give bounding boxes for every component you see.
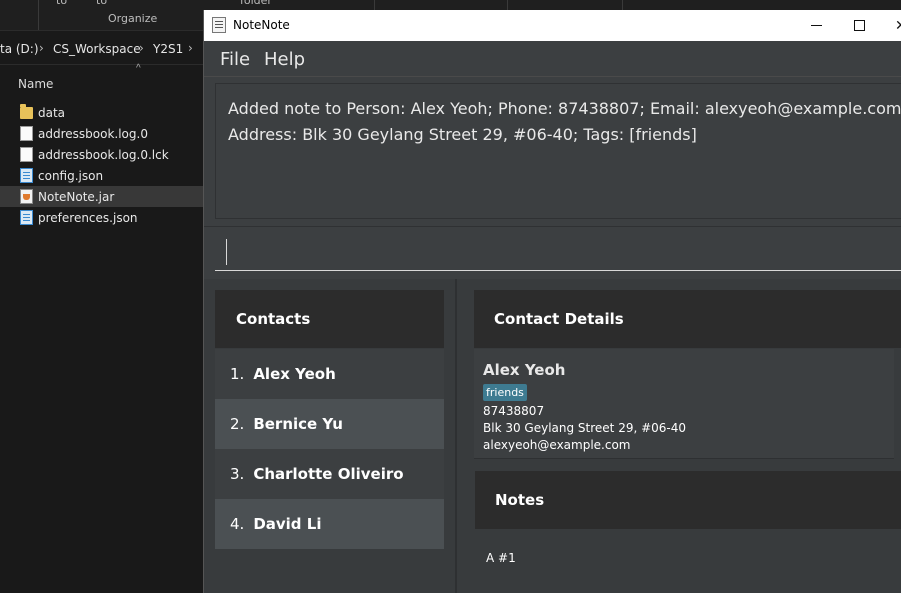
notes-pane: Notes A #1: [475, 471, 901, 593]
contact-details-header-label: Contact Details: [494, 310, 624, 328]
result-message: Added note to Person: Alex Yeoh; Phone: …: [228, 96, 901, 148]
ribbon-cut-text: to: [96, 0, 108, 7]
notenote-window: NoteNote ✕ File Help Added note to Perso…: [203, 10, 901, 593]
command-input[interactable]: [215, 235, 901, 271]
jar-file-icon: [20, 189, 33, 204]
contact-index: 2.: [230, 415, 245, 433]
contact-name: David Li: [253, 515, 322, 533]
breadcrumb-chevron-icon: ›: [139, 41, 144, 55]
detail-address: Blk 30 Geylang Street 29, #06-40: [483, 421, 687, 435]
main-content: Contacts 1. Alex Yeoh 2. Bernice Yu 3. C…: [204, 279, 901, 593]
contact-index: 3.: [230, 465, 245, 483]
file-item[interactable]: config.json: [0, 165, 205, 186]
ribbon-cut-text: folder: [240, 0, 272, 7]
notes-header-label: Notes: [495, 491, 545, 509]
file-name: data: [38, 105, 66, 120]
file-item-selected[interactable]: NoteNote.jar: [0, 186, 205, 207]
file-item[interactable]: addressbook.log.0: [0, 123, 205, 144]
json-file-icon: [20, 168, 33, 183]
contact-index: 4.: [230, 515, 245, 533]
breadcrumb-folder[interactable]: Y2S1: [153, 42, 183, 56]
file-name: addressbook.log.0.lck: [38, 147, 169, 162]
contact-details-card: Alex Yeoh friends 87438807 Blk 30 Geylan…: [474, 349, 894, 459]
maximize-button[interactable]: [837, 10, 881, 41]
result-display: Added note to Person: Alex Yeoh; Phone: …: [215, 83, 901, 219]
contact-name: Alex Yeoh: [253, 365, 336, 383]
contacts-header-label: Contacts: [236, 310, 311, 328]
command-box-area: [204, 226, 901, 278]
contact-list-item[interactable]: 1. Alex Yeoh: [215, 349, 444, 399]
ribbon-group-organize: Organize: [108, 12, 158, 25]
breadcrumb-folder[interactable]: CS_Workspace: [53, 42, 141, 56]
result-line: Address: Blk 30 Geylang Street 29, #06-4…: [228, 125, 697, 144]
detail-phone: 87438807: [483, 404, 545, 418]
close-button[interactable]: ✕: [880, 10, 901, 41]
file-name: preferences.json: [38, 210, 138, 225]
contact-list-item[interactable]: 3. Charlotte Oliveiro: [215, 449, 444, 499]
file-item[interactable]: preferences.json: [0, 207, 205, 228]
file-name: config.json: [38, 168, 104, 183]
menu-file[interactable]: File: [220, 49, 250, 70]
tag-badge: friends: [483, 384, 527, 401]
title-bar[interactable]: NoteNote ✕: [204, 10, 901, 41]
contacts-header: Contacts: [215, 290, 444, 348]
contact-details-header: Contact Details: [474, 290, 901, 348]
file-item[interactable]: data: [0, 102, 205, 123]
text-caret: [226, 239, 227, 265]
breadcrumb-drive[interactable]: ta (D:): [0, 42, 39, 56]
contact-name: Charlotte Oliveiro: [253, 465, 404, 483]
breadcrumb-chevron-icon: ›: [188, 41, 193, 55]
file-icon: [20, 147, 33, 162]
contact-list: 1. Alex Yeoh 2. Bernice Yu 3. Charlotte …: [215, 349, 444, 549]
folder-icon: [20, 104, 33, 119]
detail-name: Alex Yeoh: [483, 361, 566, 379]
note-item[interactable]: A #1: [486, 551, 516, 565]
breadcrumb-chevron-icon: ›: [39, 41, 44, 55]
contact-list-item[interactable]: 2. Bernice Yu: [215, 399, 444, 449]
ribbon-divider: [38, 0, 39, 30]
contact-index: 1.: [230, 365, 245, 383]
ribbon-cut-text: to: [56, 0, 68, 7]
menu-bar: File Help: [204, 41, 901, 77]
file-list: data addressbook.log.0 addressbook.log.0…: [0, 102, 205, 228]
result-line: Added note to Person: Alex Yeoh; Phone: …: [228, 99, 901, 118]
file-icon: [20, 126, 33, 141]
column-header-name[interactable]: Name: [18, 77, 53, 91]
contact-list-item[interactable]: 4. David Li: [215, 499, 444, 549]
file-item[interactable]: addressbook.log.0.lck: [0, 144, 205, 165]
app-icon: [212, 17, 226, 33]
contacts-pane: Contacts 1. Alex Yeoh 2. Bernice Yu 3. C…: [204, 279, 457, 593]
json-file-icon: [20, 210, 33, 225]
sort-ascending-icon: ^: [136, 63, 141, 74]
file-name: NoteNote.jar: [38, 189, 115, 204]
notes-header: Notes: [475, 471, 901, 529]
file-name: addressbook.log.0: [38, 126, 148, 141]
contact-name: Bernice Yu: [253, 415, 343, 433]
minimize-button[interactable]: [794, 10, 838, 41]
window-title: NoteNote: [233, 18, 290, 32]
detail-email: alexyeoh@example.com: [483, 438, 631, 452]
menu-help[interactable]: Help: [264, 49, 305, 70]
close-icon: ✕: [895, 17, 901, 33]
